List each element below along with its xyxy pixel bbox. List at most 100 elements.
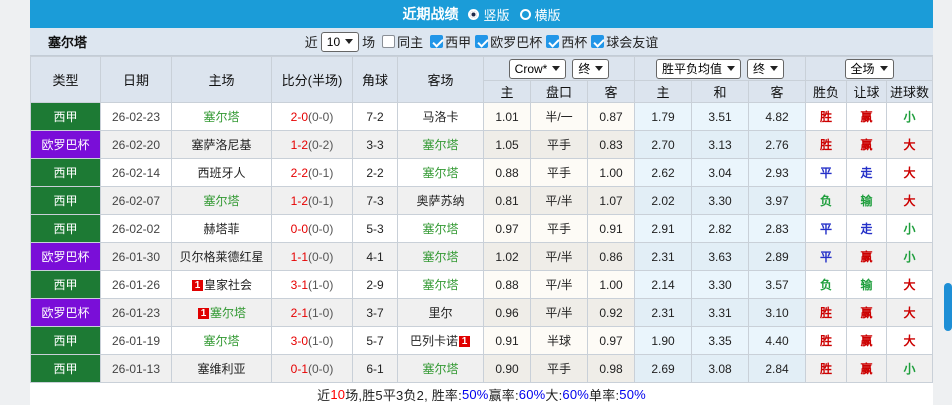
result-handicap: 赢	[846, 326, 888, 355]
league-filter-checkbox[interactable]: 西甲	[430, 32, 471, 51]
avg-lose: 2.89	[748, 242, 807, 271]
score: 2-0(0-0)	[271, 102, 353, 131]
view-option-vertical[interactable]: 竖版	[468, 5, 510, 24]
sub-header-result-wdl: 胜负	[805, 80, 848, 103]
league-badge: 西甲	[30, 326, 101, 355]
avg-odds-value: 胜平负均值	[662, 61, 723, 76]
result-wdl: 胜	[805, 102, 848, 131]
match-count-value: 10	[326, 34, 341, 49]
avg-draw: 3.08	[691, 354, 750, 383]
red-card-badge: 1	[197, 308, 209, 319]
avg-draw: 3.13	[691, 130, 750, 159]
avg-time-select[interactable]: 终	[747, 58, 785, 79]
halftime-score: (1-0)	[308, 277, 334, 292]
result-goals: 大	[886, 326, 933, 355]
team-name-text: 塞尔塔	[422, 278, 459, 292]
home-team: 塞尔塔	[171, 326, 272, 355]
result-wdl: 胜	[805, 326, 848, 355]
team-name-text: 塞尔塔	[422, 166, 459, 180]
team-name-text: 塞尔塔	[422, 250, 459, 264]
league-filter-checkbox[interactable]: 球会友谊	[591, 32, 658, 51]
away-team: 塞尔塔	[397, 158, 484, 187]
odds-time-select[interactable]: 终	[572, 58, 610, 79]
sub-header-result-handicap: 让球	[846, 80, 888, 103]
avg-odds-select[interactable]: 胜平负均值	[656, 58, 742, 79]
halftime-score: (0-0)	[308, 109, 334, 124]
summary-segment: 赢率:	[488, 387, 519, 403]
fulltime-score: 3-0	[290, 333, 308, 348]
avg-win: 2.31	[634, 242, 693, 271]
match-count-select[interactable]: 10	[320, 31, 360, 52]
same-home-checkbox[interactable]: 同主	[382, 32, 423, 51]
match-date: 26-02-23	[100, 102, 172, 131]
team-name-text: 塞尔塔	[203, 194, 240, 208]
team-name-text: 皇家社会	[203, 278, 252, 292]
corner-score: 3-3	[352, 130, 398, 159]
table-row: 欧罗巴杯 26-02-20 塞萨洛尼基 1-2(0-2) 3-3 塞尔塔 1.05 平手 0.8…	[30, 130, 933, 159]
score: 3-0(1-0)	[271, 326, 353, 355]
team-name-text: 巴列卡诺	[409, 334, 458, 348]
summary-segment: 大:	[545, 387, 563, 403]
team-name-text: 里尔	[428, 306, 453, 320]
score: 0-1(0-0)	[271, 354, 353, 383]
results-table: 类型 日期 主场 比分(半场) 角球 客场 Crow* 终 胜平负均值 终 全场…	[30, 56, 933, 383]
result-goals: 小	[886, 242, 933, 271]
odds-handicap: 半/一	[530, 102, 588, 131]
odds-source-select[interactable]: Crow*	[508, 58, 567, 79]
team-name-text: 塞尔塔	[209, 306, 246, 320]
summary-segment: 单率:	[589, 387, 620, 403]
avg-draw: 3.30	[691, 270, 750, 299]
odds-handicap: 半球	[530, 326, 588, 355]
avg-time-value: 终	[753, 61, 766, 76]
result-wdl: 胜	[805, 354, 848, 383]
avg-win: 2.31	[634, 298, 693, 327]
recent-results-panel: 近期战绩 竖版 横版 塞尔塔 近 10 场 同主 西甲欧罗巴杯西杯球会友谊	[30, 0, 933, 405]
odds-home: 0.97	[483, 214, 531, 243]
team-name-text: 马洛卡	[422, 110, 459, 124]
team-name-text: 赫塔菲	[203, 222, 240, 236]
score: 2-2(0-1)	[271, 158, 353, 187]
league-badge: 欧罗巴杯	[30, 130, 101, 159]
scope-select[interactable]: 全场	[844, 58, 894, 79]
match-date: 26-01-23	[100, 298, 172, 327]
odds-handicap: 平手	[530, 130, 588, 159]
league-filter-checkbox[interactable]: 欧罗巴杯	[475, 32, 542, 51]
summary-segment: 10	[330, 386, 346, 402]
filter-bar: 塞尔塔 近 10 场 同主 西甲 欧罗巴杯 西杯 球会友谊	[30, 28, 933, 56]
score: 1-2(0-1)	[271, 186, 353, 215]
view-option-horizontal[interactable]: 横版	[519, 5, 561, 24]
odds-home: 0.91	[483, 326, 531, 355]
same-home-label: 同主	[397, 35, 424, 50]
result-wdl: 平	[805, 158, 848, 187]
team-name-text: 贝尔格莱德红星	[179, 250, 264, 264]
sub-header-odds-away: 客	[586, 80, 636, 103]
col-header-away: 客场	[397, 56, 484, 103]
checkbox-checked-icon	[430, 35, 444, 48]
league-badge: 西甲	[30, 186, 101, 215]
odds-handicap: 平手	[530, 354, 588, 383]
result-handicap: 赢	[846, 102, 888, 131]
summary-segment: 60%	[518, 386, 546, 402]
away-team: 塞尔塔	[397, 354, 484, 383]
match-date: 26-02-14	[100, 158, 172, 187]
away-team: 巴列卡诺 1	[397, 326, 484, 355]
avg-lose: 4.40	[748, 326, 807, 355]
match-date: 26-01-30	[100, 242, 172, 271]
fulltime-score: 0-1	[290, 361, 308, 376]
halftime-score: (0-0)	[308, 361, 334, 376]
odds-away: 0.92	[586, 298, 636, 327]
odds-group-header: Crow* 终	[482, 56, 636, 81]
avg-win: 1.79	[634, 102, 693, 131]
fulltime-score: 0-0	[290, 221, 308, 236]
col-header-score: 比分(半场)	[271, 56, 353, 103]
odds-handicap: 平手	[530, 214, 588, 243]
result-goals: 大	[886, 158, 933, 187]
scrollbar-thumb[interactable]	[944, 283, 952, 331]
league-badge: 西甲	[30, 102, 101, 131]
result-goals: 大	[886, 270, 933, 299]
league-filter-checkbox[interactable]: 西杯	[546, 32, 587, 51]
page-title: 近期战绩	[402, 6, 459, 22]
score: 2-1(1-0)	[271, 298, 353, 327]
col-header-type: 类型	[30, 56, 101, 103]
avg-lose: 2.76	[748, 130, 807, 159]
